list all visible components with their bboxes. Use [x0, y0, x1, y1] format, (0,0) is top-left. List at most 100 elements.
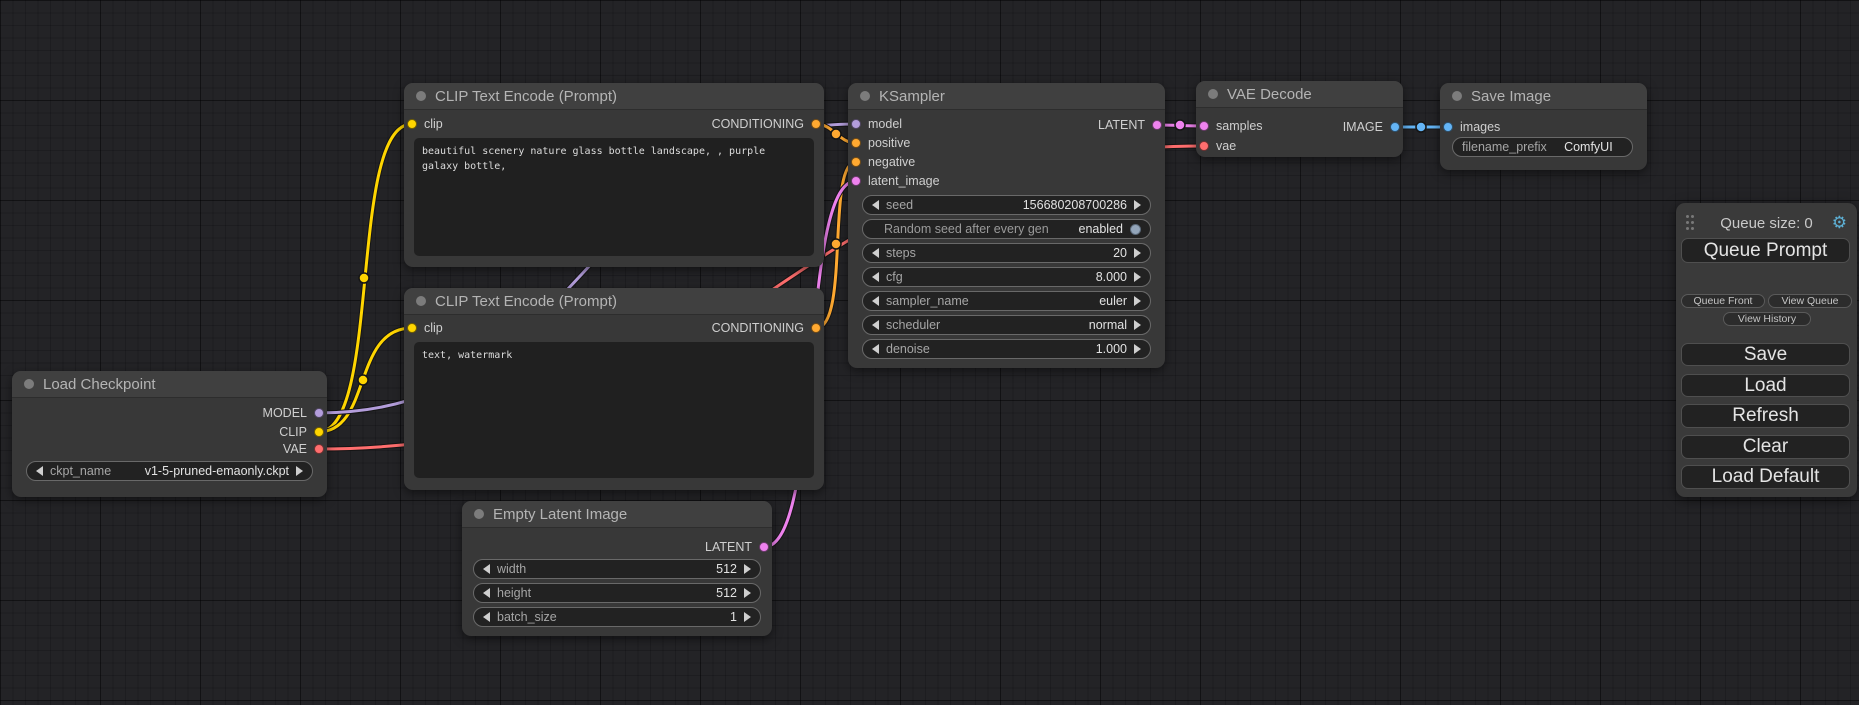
- conditioning-output-dot-icon[interactable]: [811, 323, 821, 333]
- decrement-arrow-icon[interactable]: [872, 344, 879, 354]
- decrement-arrow-icon[interactable]: [483, 588, 490, 598]
- input-slot-samples[interactable]: samples: [1199, 118, 1263, 134]
- negative-prompt-textarea[interactable]: text, watermark: [414, 342, 814, 478]
- decrement-arrow-icon[interactable]: [872, 296, 879, 306]
- node-clip-text-encode-negative[interactable]: CLIP Text Encode (Prompt) clip CONDITION…: [404, 288, 824, 490]
- steps-widget[interactable]: steps 20: [862, 243, 1151, 263]
- vae-output-dot-icon[interactable]: [314, 444, 324, 454]
- latent-output-dot-icon[interactable]: [759, 542, 769, 552]
- increment-arrow-icon[interactable]: [1134, 200, 1141, 210]
- latent-input-dot-icon[interactable]: [1199, 121, 1209, 131]
- input-slot-latent-image[interactable]: latent_image: [851, 173, 940, 189]
- node-title-bar[interactable]: CLIP Text Encode (Prompt): [404, 288, 824, 315]
- output-slot-image[interactable]: IMAGE: [1343, 119, 1400, 135]
- increment-arrow-icon[interactable]: [296, 466, 303, 476]
- load-button[interactable]: Load: [1681, 374, 1850, 397]
- input-slot-images[interactable]: images: [1443, 119, 1500, 135]
- decrement-arrow-icon[interactable]: [872, 272, 879, 282]
- queue-front-button[interactable]: Queue Front: [1681, 294, 1765, 308]
- node-load-checkpoint[interactable]: Load Checkpoint MODEL CLIP VAE ckpt_name…: [12, 371, 327, 497]
- increment-arrow-icon[interactable]: [1134, 296, 1141, 306]
- input-slot-vae[interactable]: vae: [1199, 138, 1236, 154]
- latent-input-dot-icon[interactable]: [851, 176, 861, 186]
- conditioning-input-dot-icon[interactable]: [851, 138, 861, 148]
- node-title-bar[interactable]: KSampler: [848, 83, 1165, 110]
- save-button[interactable]: Save: [1681, 343, 1850, 366]
- clip-output-dot-icon[interactable]: [314, 427, 324, 437]
- node-title-bar[interactable]: Empty Latent Image: [462, 501, 772, 528]
- height-widget[interactable]: height 512: [473, 583, 761, 603]
- view-history-button[interactable]: View History: [1723, 312, 1811, 326]
- queue-prompt-button[interactable]: Queue Prompt: [1681, 238, 1850, 263]
- increment-arrow-icon[interactable]: [744, 564, 751, 574]
- clip-input-dot-icon[interactable]: [407, 323, 417, 333]
- conditioning-output-dot-icon[interactable]: [811, 119, 821, 129]
- decrement-arrow-icon[interactable]: [483, 612, 490, 622]
- refresh-button[interactable]: Refresh: [1681, 404, 1850, 428]
- batch-size-widget[interactable]: batch_size 1: [473, 607, 761, 627]
- clear-button[interactable]: Clear: [1681, 435, 1850, 459]
- input-slot-clip[interactable]: clip: [407, 320, 443, 336]
- node-empty-latent-image[interactable]: Empty Latent Image LATENT width 512 heig…: [462, 501, 772, 636]
- output-slot-latent[interactable]: LATENT: [705, 539, 769, 555]
- random-seed-toggle-widget[interactable]: Random seed after every gen enabled: [862, 219, 1151, 239]
- positive-prompt-textarea[interactable]: beautiful scenery nature glass bottle la…: [414, 138, 814, 256]
- node-clip-text-encode-positive[interactable]: CLIP Text Encode (Prompt) clip CONDITION…: [404, 83, 824, 267]
- sampler-name-widget[interactable]: sampler_name euler: [862, 291, 1151, 311]
- vae-input-dot-icon[interactable]: [1199, 141, 1209, 151]
- latent-output-dot-icon[interactable]: [1152, 120, 1162, 130]
- slot-label: clip: [424, 321, 443, 335]
- output-slot-latent[interactable]: LATENT: [1098, 117, 1162, 133]
- increment-arrow-icon[interactable]: [1134, 320, 1141, 330]
- output-slot-conditioning[interactable]: CONDITIONING: [712, 320, 821, 336]
- scheduler-widget[interactable]: scheduler normal: [862, 315, 1151, 335]
- clip-input-dot-icon[interactable]: [407, 119, 417, 129]
- load-default-button[interactable]: Load Default: [1681, 465, 1850, 489]
- toggle-enabled-icon[interactable]: [1130, 224, 1141, 235]
- output-slot-vae[interactable]: VAE: [283, 441, 324, 457]
- output-slot-clip[interactable]: CLIP: [279, 424, 324, 440]
- increment-arrow-icon[interactable]: [744, 588, 751, 598]
- input-slot-clip[interactable]: clip: [407, 116, 443, 132]
- filename-prefix-widget[interactable]: filename_prefix ComfyUI: [1452, 137, 1633, 157]
- conditioning-input-dot-icon[interactable]: [851, 157, 861, 167]
- node-title-bar[interactable]: Save Image: [1440, 83, 1647, 110]
- node-save-image[interactable]: Save Image images filename_prefix ComfyU…: [1440, 83, 1647, 170]
- image-input-dot-icon[interactable]: [1443, 122, 1453, 132]
- decrement-arrow-icon[interactable]: [872, 248, 879, 258]
- output-slot-conditioning[interactable]: CONDITIONING: [712, 116, 821, 132]
- ckpt-name-widget[interactable]: ckpt_name v1-5-pruned-emaonly.ckpt: [26, 461, 313, 481]
- output-slot-model[interactable]: MODEL: [263, 405, 324, 421]
- decrement-arrow-icon[interactable]: [36, 466, 43, 476]
- input-slot-model[interactable]: model: [851, 116, 902, 132]
- image-output-dot-icon[interactable]: [1390, 122, 1400, 132]
- width-widget[interactable]: width 512: [473, 559, 761, 579]
- input-slot-negative[interactable]: negative: [851, 154, 915, 170]
- view-queue-button[interactable]: View Queue: [1768, 294, 1852, 308]
- widget-value: 8.000: [1096, 270, 1127, 284]
- node-title-bar[interactable]: VAE Decode: [1196, 81, 1403, 108]
- denoise-widget[interactable]: denoise 1.000: [862, 339, 1151, 359]
- increment-arrow-icon[interactable]: [744, 612, 751, 622]
- node-vae-decode[interactable]: VAE Decode samples vae IMAGE: [1196, 81, 1403, 157]
- increment-arrow-icon[interactable]: [1134, 344, 1141, 354]
- increment-arrow-icon[interactable]: [1134, 248, 1141, 258]
- node-ksampler[interactable]: KSampler model positive negative latent_…: [848, 83, 1165, 368]
- model-input-dot-icon[interactable]: [851, 119, 861, 129]
- cfg-widget[interactable]: cfg 8.000: [862, 267, 1151, 287]
- decrement-arrow-icon[interactable]: [483, 564, 490, 574]
- widget-label: steps: [886, 246, 916, 260]
- node-graph-canvas[interactable]: Load Checkpoint MODEL CLIP VAE ckpt_name…: [0, 0, 1859, 705]
- input-slot-positive[interactable]: positive: [851, 135, 910, 151]
- node-title-bar[interactable]: CLIP Text Encode (Prompt): [404, 83, 824, 110]
- gear-icon[interactable]: ⚙: [1832, 214, 1847, 231]
- decrement-arrow-icon[interactable]: [872, 320, 879, 330]
- node-status-dot-icon: [1208, 89, 1218, 99]
- queue-panel[interactable]: Queue size: 0 ⚙ Queue Prompt Extra optio…: [1676, 203, 1857, 497]
- node-title-bar[interactable]: Load Checkpoint: [12, 371, 327, 398]
- widget-label: scheduler: [886, 318, 940, 332]
- seed-widget[interactable]: seed 156680208700286: [862, 195, 1151, 215]
- increment-arrow-icon[interactable]: [1134, 272, 1141, 282]
- model-output-dot-icon[interactable]: [314, 408, 324, 418]
- decrement-arrow-icon[interactable]: [872, 200, 879, 210]
